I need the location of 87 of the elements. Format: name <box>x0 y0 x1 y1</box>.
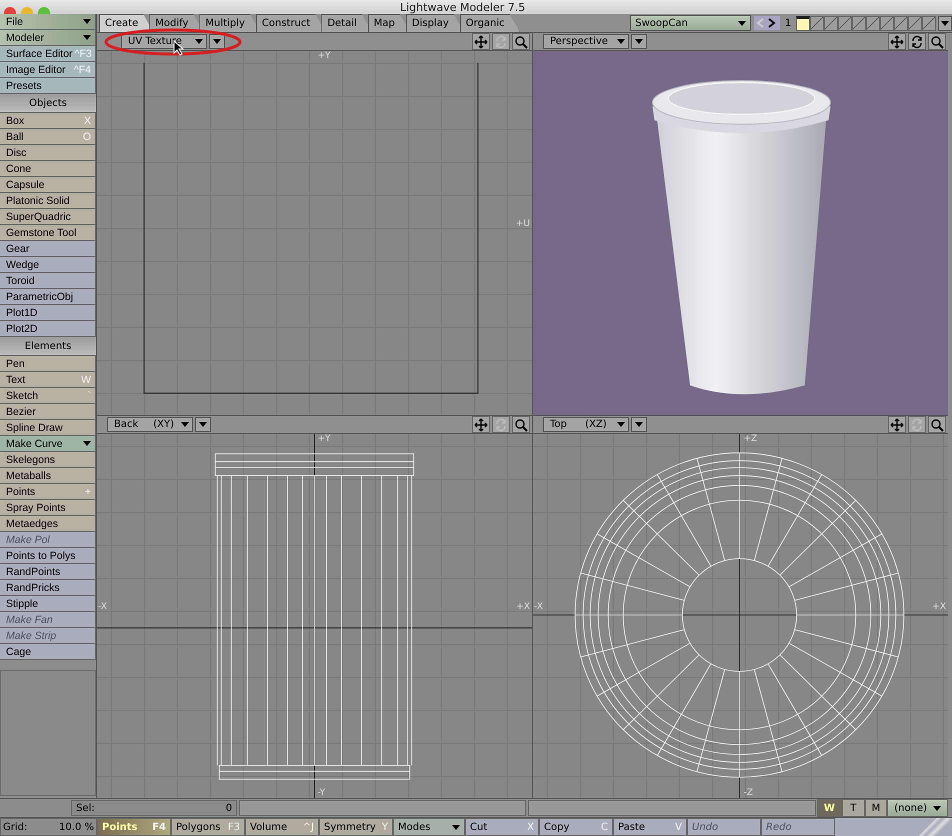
surface-dropdown[interactable]: (none) <box>887 799 948 817</box>
selection-mode-button[interactable]: Polygons F3 <box>171 818 245 836</box>
selection-mode-button[interactable]: Volume ^J <box>245 818 319 836</box>
tool-button[interactable]: Box X <box>0 113 96 129</box>
map-mode-button[interactable]: M <box>864 799 888 817</box>
window-title: Lightwave Modeler 7.5 <box>400 1 526 14</box>
tool-button[interactable]: Image Editor ^F4 <box>0 62 96 78</box>
zoom-icon[interactable] <box>928 416 946 433</box>
symmetry-button[interactable]: Symmetry Y <box>319 818 393 836</box>
rotate-icon[interactable] <box>908 33 926 50</box>
axis-label: +Z <box>744 434 758 444</box>
move-icon[interactable] <box>888 416 906 433</box>
view-options-dropdown[interactable] <box>631 34 647 49</box>
axis-label: +X <box>516 602 530 612</box>
tool-button[interactable]: Metaballs <box>0 468 96 484</box>
tool-button[interactable]: Spline Draw <box>0 420 96 436</box>
tool-button[interactable]: Disc <box>0 145 96 161</box>
tool-button[interactable]: Sketch ` <box>0 388 96 404</box>
view-options-dropdown[interactable] <box>195 417 211 432</box>
tool-dropdown[interactable]: Make Curve <box>0 436 96 452</box>
modes-dropdown[interactable]: Modes <box>393 818 465 836</box>
layer-slot[interactable] <box>796 16 810 30</box>
selection-count-field: Sel: 0 <box>71 800 238 816</box>
tool-button[interactable]: ParametricObj <box>0 289 96 305</box>
tool-button[interactable]: Spray Points <box>0 500 96 516</box>
axis-label: -X <box>98 602 107 612</box>
move-icon[interactable] <box>472 416 490 433</box>
zoom-icon[interactable] <box>928 33 946 50</box>
section-header: Elements <box>0 337 96 356</box>
tab[interactable]: Organic <box>460 14 520 32</box>
tool-button[interactable]: RandPricks <box>0 580 96 596</box>
tool-button[interactable]: Points to Polys <box>0 548 96 564</box>
tool-button[interactable]: Cone <box>0 161 96 177</box>
tool-button[interactable]: Points + <box>0 484 96 500</box>
axis-label: -X <box>534 602 543 612</box>
tool-button[interactable]: RandPoints <box>0 564 96 580</box>
tool-button[interactable]: Capsule <box>0 177 96 193</box>
tool-button[interactable]: Bezier <box>0 404 96 420</box>
prev-next-arrows-icon[interactable] <box>754 16 780 30</box>
tool-button[interactable]: Wedge <box>0 257 96 273</box>
tool-button[interactable]: Cage <box>0 644 96 660</box>
tool-button[interactable]: Platonic Solid <box>0 193 96 209</box>
tool-button[interactable]: Ball O <box>0 129 96 145</box>
zoom-icon[interactable] <box>512 33 530 50</box>
tool-button[interactable]: Plot2D <box>0 321 96 337</box>
menu-dropdown[interactable]: Modeler <box>0 30 96 46</box>
tool-button[interactable]: Skelegons <box>0 452 96 468</box>
axis-label: -Z <box>744 788 753 798</box>
section-header: Objects <box>0 94 96 113</box>
tool-button[interactable]: Toroid <box>0 273 96 289</box>
tool-button[interactable]: Text W <box>0 372 96 388</box>
axis-label: +Y <box>318 434 331 444</box>
layer-menu-dropdown[interactable] <box>938 16 952 30</box>
zoom-icon[interactable] <box>512 416 530 433</box>
view-dropdown[interactable]: Perspective <box>543 34 629 49</box>
map-mode-button[interactable]: W <box>816 799 842 817</box>
move-icon[interactable] <box>472 33 490 50</box>
grid-size-field: Grid: 10.0 % <box>0 818 97 836</box>
tool-button[interactable]: Pen <box>0 356 96 372</box>
layer-number: 1 <box>784 18 792 28</box>
view-dropdown[interactable]: UV Texture <box>121 34 207 49</box>
axis-label: +U <box>516 219 530 229</box>
axis-label: +Y <box>318 51 331 61</box>
edit-button[interactable]: Cut X <box>465 818 539 836</box>
menu-dropdown[interactable]: File <box>0 14 96 30</box>
resize-grip-icon[interactable] <box>835 818 952 836</box>
tool-button[interactable]: Surface Editor ^F3 <box>0 46 96 62</box>
axis-label: +X <box>932 602 946 612</box>
edit-button[interactable]: Copy C <box>539 818 613 836</box>
view-dropdown[interactable]: Back (XY) <box>107 417 193 432</box>
tool-button[interactable]: SuperQuadric <box>0 209 96 225</box>
view-options-dropdown[interactable] <box>631 417 647 432</box>
view-dropdown[interactable]: Top (XZ) <box>543 417 629 432</box>
tool-button[interactable]: Metaedges <box>0 516 96 532</box>
view-options-dropdown[interactable] <box>209 34 225 49</box>
selection-mode-button[interactable]: Points F4 <box>97 818 171 836</box>
edit-button[interactable]: Paste V <box>613 818 687 836</box>
tool-button[interactable]: Plot1D <box>0 305 96 321</box>
viewport-canvas[interactable] <box>533 51 948 415</box>
tool-button[interactable]: Presets <box>0 78 96 94</box>
move-icon[interactable] <box>888 33 906 50</box>
tool-button[interactable]: Stipple <box>0 596 96 612</box>
object-dropdown[interactable]: SwoopCan <box>630 15 751 31</box>
tool-button[interactable]: Gear <box>0 241 96 257</box>
map-mode-button[interactable]: T <box>842 799 865 817</box>
tool-button[interactable]: Gemstone Tool <box>0 225 96 241</box>
axis-label: -Y <box>318 788 326 798</box>
